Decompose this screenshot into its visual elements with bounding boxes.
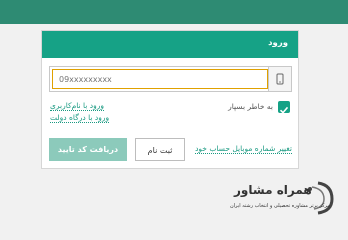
mobile-phone-icon: [276, 73, 284, 85]
logo-text: همراه مشاور: [234, 183, 312, 197]
phone-addon: [268, 67, 291, 91]
card-title: ورود: [268, 38, 288, 48]
get-verification-code-button[interactable]: دریافت کد تایید: [49, 138, 127, 161]
register-button[interactable]: ثبت نام: [135, 138, 185, 161]
logo-tagline: مرکز برتر مشاوره تحصیلی و انتخاب رشته ای…: [230, 203, 330, 209]
login-with-gov-gateway-link[interactable]: ورود با درگاه دولت: [50, 113, 110, 123]
check-icon: [279, 106, 289, 114]
login-with-username-link[interactable]: ورود با نام‌کاربری: [50, 101, 104, 111]
card-header: ورود: [42, 31, 298, 58]
site-logo: همراه مشاور مرکز برتر مشاوره تحصیلی و ان…: [228, 179, 344, 217]
top-bar: [0, 0, 348, 24]
change-mobile-number-link[interactable]: تغییر شماره موبایل حساب خود: [195, 144, 292, 154]
phone-field-group: [49, 66, 292, 92]
phone-input[interactable]: [52, 69, 268, 89]
remember-me-label: به خاطر بسپار: [228, 102, 273, 111]
remember-me-checkbox[interactable]: [278, 101, 290, 114]
login-card: ورود به خاطر بسپار ورود با نام‌کاربری ور…: [41, 30, 299, 169]
